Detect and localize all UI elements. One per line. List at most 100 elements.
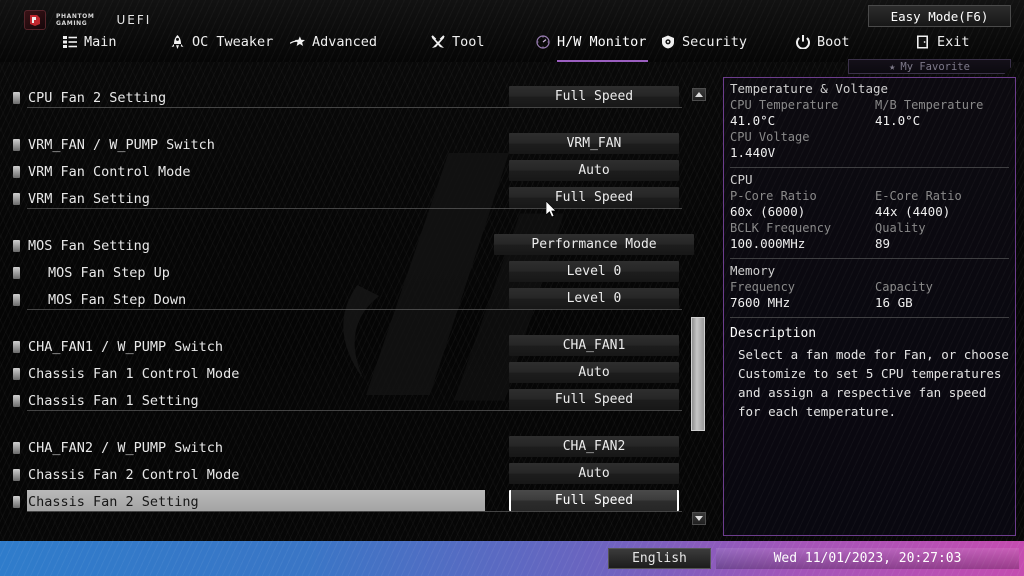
setting-label: VRM Fan Control Mode (28, 163, 191, 180)
nav-tab-label: H/W Monitor (557, 34, 647, 50)
bullet-icon (13, 192, 20, 205)
setting-label: Chassis Fan 1 Control Mode (28, 365, 240, 382)
cpu-grid: P-Core Ratio E-Core Ratio 60x (6000) 44x (4… (730, 188, 1009, 252)
setting-value-button[interactable]: Full Speed (509, 187, 679, 208)
info-value (875, 145, 1009, 161)
info-key: M/B Temperature (875, 98, 984, 112)
setting-value-button[interactable]: Full Speed (509, 389, 679, 410)
nav-tab-main[interactable]: Main (62, 28, 117, 56)
hardware-info-panel: Temperature & Voltage CPU Temperature M/B… (723, 77, 1016, 536)
temperature-voltage-grid: CPU Temperature M/B Temperature 41.0°C 41.0… (730, 97, 1009, 161)
brand: PHANTOM GAMING UEFI (24, 10, 151, 30)
bullet-icon (13, 394, 20, 407)
setting-value-button[interactable]: CHA_FAN1 (509, 335, 679, 356)
info-key: CPU Voltage (730, 130, 810, 144)
phantom-gaming-logo-icon (24, 10, 46, 30)
info-key: Frequency (730, 280, 796, 294)
main-navigation: Main OC Tweaker Advanced Tool H/W Monitor Sec… (0, 28, 970, 62)
cpu-section-title: CPU (730, 172, 753, 187)
nav-tab-security[interactable]: Security (660, 28, 747, 56)
bullet-icon (13, 340, 20, 353)
setting-label: Chassis Fan 1 Setting (28, 392, 199, 409)
setting-value-button[interactable]: Full Speed (509, 490, 679, 511)
nav-tab-boot[interactable]: Boot (795, 28, 850, 56)
gauge-icon (535, 35, 550, 50)
my-favorite-label: My Favorite (900, 60, 970, 73)
info-value: 41.0°C (730, 113, 776, 128)
datetime-display[interactable]: Wed 11/01/2023, 20:27:03 (716, 548, 1019, 569)
setting-value-button[interactable]: CHA_FAN2 (509, 436, 679, 457)
star-icon (290, 35, 305, 50)
bullet-icon (13, 266, 20, 279)
setting-label: CHA_FAN1 / W_PUMP Switch (28, 338, 224, 355)
setting-value-button[interactable]: Auto (509, 160, 679, 181)
setting-label: MOS Fan Setting (28, 237, 150, 254)
bullet-icon (13, 441, 20, 454)
setting-value-button[interactable]: Level 0 (509, 288, 679, 309)
description-body: Select a fan mode for Fan, or choose Cus… (738, 347, 1009, 419)
setting-label: MOS Fan Step Up (48, 264, 170, 281)
memory-grid: Frequency Capacity 7600 MHz 16 GB (730, 279, 1009, 311)
nav-tab-label: Security (682, 34, 748, 50)
power-icon (795, 35, 810, 50)
bullet-icon (13, 293, 20, 306)
info-key (875, 129, 1009, 145)
section-divider (27, 208, 682, 209)
easy-mode-button[interactable]: Easy Mode(F6) (868, 5, 1011, 27)
memory-section-title: Memory (730, 263, 776, 278)
setting-value-button[interactable]: Level 0 (509, 261, 679, 282)
setting-label: CHA_FAN2 / W_PUMP Switch (28, 439, 224, 456)
info-key: Quality (875, 221, 926, 235)
setting-value-button[interactable]: Auto (509, 463, 679, 484)
setting-label: MOS Fan Step Down (48, 291, 187, 308)
nav-tab-advanced[interactable]: Advanced (290, 28, 377, 56)
info-key: BCLK Frequency (730, 221, 832, 235)
uefi-label: UEFI (116, 13, 152, 27)
rocket-icon (170, 34, 185, 50)
bullet-icon (13, 138, 20, 151)
brand-line1: PHANTOM (56, 13, 95, 20)
bullet-icon (13, 165, 20, 178)
setting-label: Chassis Fan 2 Setting (28, 493, 199, 510)
header-bar: PHANTOM GAMING UEFI Main OC Tweaker Advanc… (0, 0, 1024, 74)
star-icon: ★ (889, 60, 896, 73)
info-value: 44x (4400) (875, 204, 951, 219)
nav-tab-label: Boot (817, 34, 850, 50)
temperature-voltage-title: Temperature & Voltage (730, 81, 889, 96)
active-tab-underline (557, 60, 649, 62)
brand-text: PHANTOM GAMING (56, 13, 94, 27)
section-divider (27, 511, 682, 512)
setting-label: VRM Fan Setting (28, 190, 150, 207)
nav-tab-oc-tweaker[interactable]: OC Tweaker (170, 28, 273, 56)
scrollbar-thumb[interactable] (691, 317, 705, 431)
bottom-bar: English Wed 11/01/2023, 20:27:03 (0, 541, 1024, 576)
info-key: E-Core Ratio (875, 189, 962, 203)
setting-value-button[interactable]: Auto (509, 362, 679, 383)
info-key: Capacity (875, 280, 933, 294)
shield-icon (660, 35, 675, 50)
nav-tab-exit[interactable]: Exit (915, 28, 970, 56)
scroll-down-button[interactable] (692, 512, 706, 525)
bullet-icon (13, 91, 20, 104)
info-value: 7600 MHz (730, 295, 791, 310)
scroll-up-button[interactable] (692, 88, 706, 101)
exit-icon (915, 35, 930, 50)
section-divider (27, 107, 682, 108)
nav-tab-h-w-monitor[interactable]: H/W Monitor (535, 28, 649, 62)
info-value: 41.0°C (875, 113, 921, 128)
nav-tab-label: Advanced (312, 34, 378, 50)
setting-value-button[interactable]: VRM_FAN (509, 133, 679, 154)
setting-value-button[interactable]: Performance Mode (494, 234, 694, 255)
nav-tab-tool[interactable]: Tool (430, 28, 485, 56)
list-icon (62, 35, 77, 50)
language-button[interactable]: English (608, 548, 711, 569)
my-favorite-button[interactable]: ★ My Favorite (848, 59, 1011, 74)
nav-tab-label: OC Tweaker (192, 34, 274, 50)
setting-value-button[interactable]: Full Speed (509, 86, 679, 107)
divider (730, 258, 1009, 259)
info-key: P-Core Ratio (730, 189, 817, 203)
info-value: 60x (6000) (730, 204, 806, 219)
bullet-icon (13, 495, 20, 508)
info-key: CPU Temperature (730, 98, 839, 112)
nav-tab-label: Main (84, 34, 117, 50)
